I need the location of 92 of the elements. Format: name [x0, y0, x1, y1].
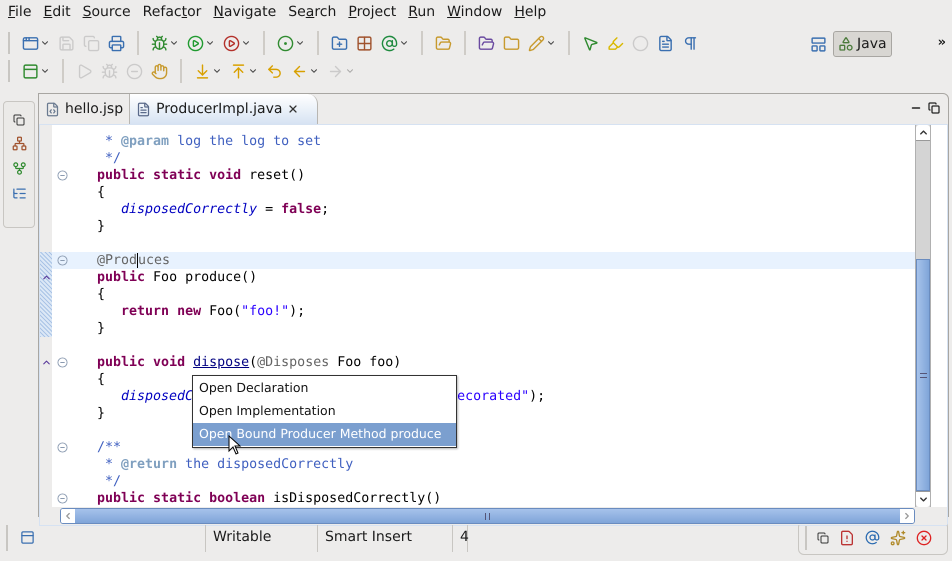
fold-icon[interactable] [56, 493, 68, 504]
coverage-icon [277, 34, 294, 52]
code-line: */ [104, 150, 122, 167]
menu-item[interactable]: Help [508, 2, 552, 22]
code-line: { [97, 184, 106, 201]
menu-item[interactable]: Navigate [207, 2, 282, 22]
stop-icon [126, 62, 143, 80]
code-line: } [97, 218, 106, 235]
fold-icon[interactable] [56, 170, 68, 181]
code-line: public void dispose(@Disposes Foo foo) [97, 354, 402, 371]
document-icon [657, 34, 674, 52]
code-line: * @param log the log to set [104, 133, 322, 150]
maximize-icon[interactable] [928, 102, 940, 114]
hierarchy-icon[interactable] [12, 136, 26, 151]
save-icon [58, 34, 75, 52]
menu-item[interactable]: File [2, 2, 38, 22]
java-file-icon [136, 102, 152, 116]
declaration-icon[interactable] [890, 530, 906, 546]
folder-plus-icon [331, 34, 348, 52]
code-line: } [97, 320, 106, 337]
popup-item[interactable]: Open Declaration [193, 377, 456, 400]
folder-icon [478, 34, 495, 52]
code-line: ecorated"); [457, 388, 546, 405]
hand-icon [151, 62, 168, 80]
at-sign-icon[interactable] [865, 530, 880, 545]
menu-item[interactable]: Search [282, 2, 342, 22]
code-line: public static void reset() [97, 167, 306, 184]
code-line: disposedC [120, 388, 194, 405]
tree-icon[interactable] [12, 161, 26, 176]
restore-icon[interactable] [13, 114, 25, 126]
code-line: * @return the disposedCorrectly [104, 456, 354, 473]
play-toolbox-icon [223, 34, 240, 52]
grid-plus-icon [356, 34, 373, 52]
window-plus-icon [22, 34, 39, 52]
status-field: 4 [460, 527, 469, 548]
panel-icon [22, 62, 39, 80]
down-arrow-icon [194, 62, 211, 80]
code-line: disposedCorrectly = false; [120, 201, 330, 218]
problems-icon[interactable] [839, 530, 855, 546]
pencil-icon [528, 34, 545, 52]
highlighter-icon [607, 34, 624, 52]
popup-item[interactable]: Open Implementation [193, 400, 456, 423]
fold-icon[interactable] [56, 357, 68, 368]
java-perspective-icon [838, 36, 854, 52]
menu-item[interactable]: Project [342, 2, 402, 22]
restore-icon[interactable] [817, 532, 829, 544]
bug-icon [101, 62, 118, 80]
code-line: { [97, 286, 106, 303]
editor-tab[interactable]: ProducerImpl.java [130, 94, 318, 124]
code-line: } [97, 405, 106, 422]
error-icon[interactable] [916, 530, 932, 546]
code-line: { [97, 371, 106, 388]
code-line: /** [97, 439, 122, 456]
menu-item[interactable]: Refactor [136, 2, 208, 22]
horizontal-scrollbar[interactable] [60, 508, 915, 524]
status-field: Smart Insert [325, 527, 412, 548]
fold-icon[interactable] [56, 255, 68, 266]
resume-icon [76, 62, 93, 80]
more-button[interactable]: » [938, 33, 946, 52]
menu-item[interactable]: Edit [37, 2, 77, 22]
up-arrow-icon [230, 62, 247, 80]
open-folder-icon [435, 34, 452, 52]
printer-icon [108, 34, 125, 52]
back-arrow-icon [266, 62, 283, 80]
pilcrow-icon [682, 34, 699, 52]
fold-icon[interactable] [56, 442, 68, 453]
menu-item[interactable]: Source [76, 2, 137, 22]
tab-label: hello.jsp [65, 100, 124, 118]
open-perspective-icon[interactable] [810, 36, 828, 53]
perspective-button[interactable]: Java [833, 31, 892, 57]
tab-label: ProducerImpl.java [156, 100, 282, 118]
pointer-icon [582, 34, 599, 52]
at-sign-icon [381, 34, 398, 52]
save-all-icon [83, 34, 100, 52]
menu-item[interactable]: Run [402, 2, 442, 22]
play-icon [187, 34, 204, 52]
code-line: public Foo produce() [97, 269, 258, 286]
scroll-right-icon [902, 511, 912, 521]
menu-item[interactable]: Window [441, 2, 508, 22]
fast-view-icon[interactable] [20, 530, 35, 545]
status-field: Writable [213, 527, 272, 548]
folder-icon [503, 34, 520, 52]
vertical-scrollbar[interactable] [915, 125, 931, 507]
outline-icon[interactable] [12, 186, 26, 201]
code-line: public static boolean isDisposedCorrectly() [97, 490, 442, 507]
close-icon[interactable] [287, 103, 300, 115]
scroll-left-icon [63, 511, 73, 521]
file-icon [45, 102, 60, 116]
code-line: */ [104, 473, 122, 490]
bug-icon [151, 34, 168, 52]
code-line: return new Foo("foo!"); [120, 303, 306, 320]
code-line: @Prod uces [97, 252, 170, 269]
